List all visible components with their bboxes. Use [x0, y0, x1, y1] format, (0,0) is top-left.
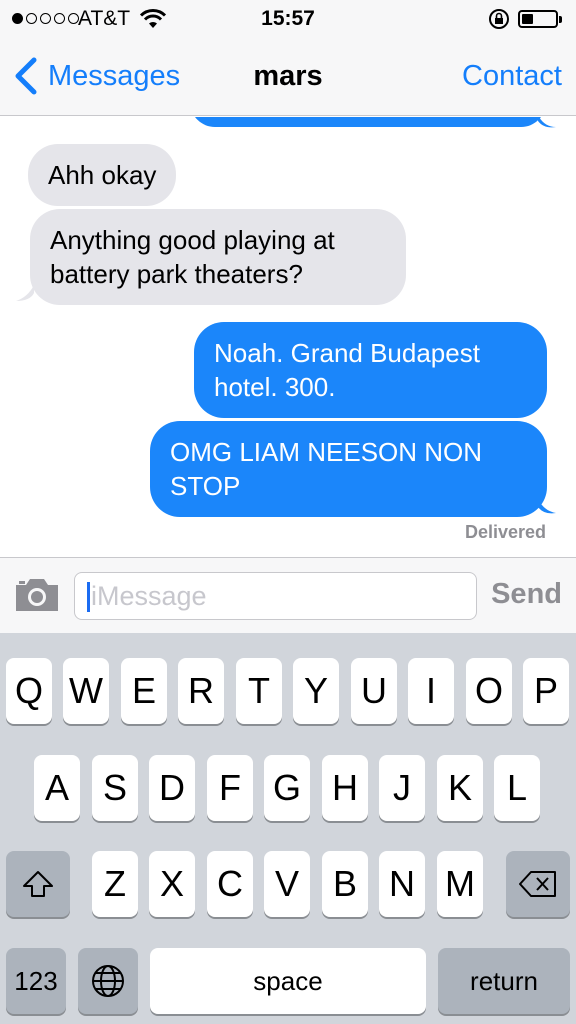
outgoing-message-bubble[interactable]: OMG LIAM NEESON NON STOP: [150, 421, 547, 517]
navigation-bar: Messages mars Contact: [0, 38, 576, 116]
contact-button[interactable]: Contact: [462, 60, 562, 93]
delete-key[interactable]: [506, 851, 570, 917]
key-n[interactable]: N: [379, 851, 425, 917]
return-key[interactable]: return: [438, 948, 570, 1014]
bubble-tail: [538, 499, 556, 514]
message-list[interactable]: Ahh okay Anything good playing at batter…: [0, 117, 576, 557]
message-text-line: Anything good playing at: [50, 225, 335, 255]
key-u[interactable]: U: [351, 658, 397, 724]
top-bar: AT&T 15:57 Messages mars Contact: [0, 0, 576, 116]
key-b[interactable]: B: [322, 851, 368, 917]
message-text: Ahh okay: [48, 160, 157, 190]
key-d[interactable]: D: [149, 755, 195, 821]
message-text-line: OMG LIAM NEESON NON: [170, 437, 483, 467]
battery-nub: [559, 16, 562, 23]
globe-key[interactable]: [78, 948, 138, 1014]
key-m[interactable]: M: [437, 851, 483, 917]
space-key[interactable]: space: [150, 948, 426, 1014]
delivery-status: Delivered: [464, 522, 546, 542]
shift-arrow-icon: [23, 871, 53, 897]
key-v[interactable]: V: [264, 851, 310, 917]
incoming-message-bubble[interactable]: Ahh okay: [28, 144, 177, 206]
key-g[interactable]: G: [264, 755, 310, 821]
chevron-left-icon: [15, 57, 37, 95]
key-q[interactable]: Q: [6, 658, 52, 724]
outgoing-message-bubble-partial: [190, 117, 546, 127]
keyboard: Q W E R T Y U I O P A S D F G H J K L Z …: [0, 633, 576, 1024]
key-j[interactable]: J: [379, 755, 425, 821]
back-button-label: Messages: [48, 59, 181, 92]
message-composer: iMessage Send: [0, 557, 576, 633]
key-i[interactable]: I: [408, 658, 454, 724]
key-z[interactable]: Z: [92, 851, 138, 917]
message-text-line: hotel. 300.: [214, 372, 336, 402]
key-x[interactable]: X: [149, 851, 195, 917]
incoming-message-bubble[interactable]: Anything good playing at battery park th…: [30, 209, 406, 305]
key-y[interactable]: Y: [293, 658, 339, 724]
status-bar: AT&T 15:57: [0, 0, 576, 38]
globe-icon: [92, 965, 124, 997]
key-h[interactable]: H: [322, 755, 368, 821]
battery-level: [522, 14, 533, 24]
key-w[interactable]: W: [63, 658, 109, 724]
key-p[interactable]: P: [523, 658, 569, 724]
key-a[interactable]: A: [34, 755, 80, 821]
key-s[interactable]: S: [92, 755, 138, 821]
rotation-lock-icon: [489, 9, 509, 29]
key-l[interactable]: L: [494, 755, 540, 821]
shift-key[interactable]: [6, 851, 70, 917]
message-input[interactable]: iMessage: [74, 572, 477, 620]
numbers-key[interactable]: 123: [6, 948, 66, 1014]
message-text-line: battery park theaters?: [50, 259, 303, 289]
bubble-tail: [538, 117, 556, 128]
key-e[interactable]: E: [121, 658, 167, 724]
outgoing-message-bubble[interactable]: Noah. Grand Budapest hotel. 300.: [194, 322, 547, 418]
key-o[interactable]: O: [466, 658, 512, 724]
send-button[interactable]: Send: [491, 578, 562, 611]
bubble-tail: [16, 285, 34, 301]
text-caret: [87, 582, 90, 612]
key-k[interactable]: K: [437, 755, 483, 821]
message-text-line: STOP: [170, 471, 241, 501]
battery-icon: [518, 10, 562, 28]
key-r[interactable]: R: [178, 658, 224, 724]
camera-icon[interactable]: [14, 577, 60, 613]
message-input-placeholder: iMessage: [91, 581, 207, 611]
message-text-line: Noah. Grand Budapest: [214, 338, 480, 368]
key-c[interactable]: C: [207, 851, 253, 917]
back-button[interactable]: Messages: [12, 56, 180, 96]
key-f[interactable]: F: [207, 755, 253, 821]
key-t[interactable]: T: [236, 658, 282, 724]
backspace-icon: [519, 871, 556, 897]
